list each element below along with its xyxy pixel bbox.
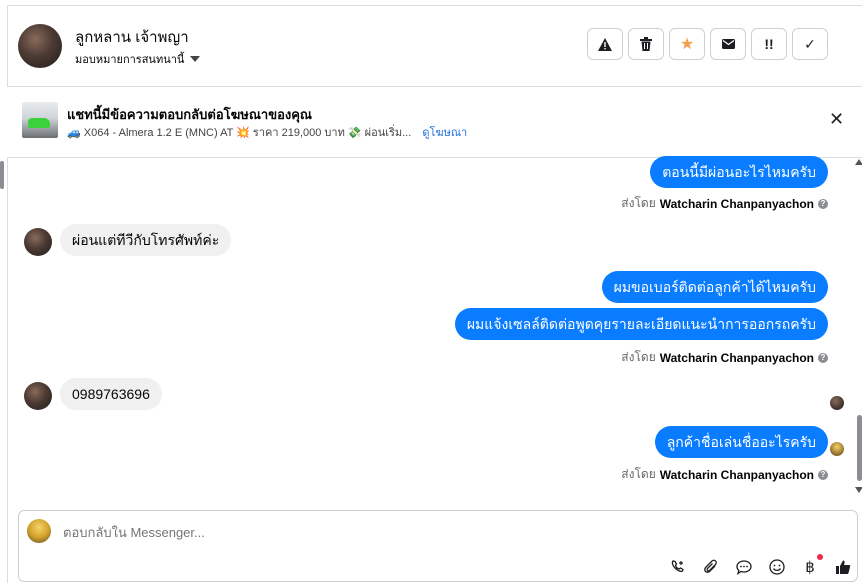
read-receipt-avatar: [830, 442, 844, 456]
star-button[interactable]: ★: [669, 28, 705, 60]
conversation-header: ลูกหลาน เจ้าพญา มอบหมายการสนทนานี้ ★ !! …: [7, 6, 862, 87]
scroll-down-arrow[interactable]: [855, 487, 862, 493]
incoming-message[interactable]: ผ่อนแต่ทีวีกับโทรศัพท์ค่ะ: [60, 224, 232, 256]
info-icon[interactable]: ?: [818, 469, 828, 480]
close-icon[interactable]: ✕: [829, 109, 844, 130]
emoji-icon: [769, 559, 785, 575]
outgoing-message[interactable]: ตอนนี้มีผ่อนอะไรไหมครับ: [650, 156, 828, 188]
ad-thumbnail[interactable]: [22, 102, 58, 138]
warning-button[interactable]: [587, 28, 623, 60]
left-scroll-marker: [0, 161, 4, 189]
ad-title: แชทนี้มีข้อความตอบกลับต่อโฆษณาของคุณ: [67, 107, 312, 122]
thumbs-up-icon: [836, 560, 851, 574]
important-button[interactable]: !!: [751, 28, 787, 60]
important-icon: !!: [764, 36, 774, 52]
scrollbar-thumb[interactable]: [857, 415, 862, 481]
sent-by-prefix: ส่งโดย: [621, 467, 656, 481]
mail-button[interactable]: [710, 28, 746, 60]
baht-icon: ฿: [805, 559, 815, 576]
ad-details: 🚙 X064 - Almera 1.2 E (MNC) AT 💥 ราคา 21…: [67, 123, 467, 141]
chat-bubble-icon: [736, 559, 752, 575]
header-toolbar: ★ !! ✓: [587, 28, 828, 60]
ad-reply-banner: แชทนี้มีข้อความตอบกลับต่อโฆษณาของคุณ 🚙 X…: [7, 87, 862, 158]
view-ad-link[interactable]: ดูโฆษณา: [422, 127, 467, 139]
scroll-up-arrow[interactable]: [855, 159, 862, 165]
warning-icon: [598, 37, 612, 51]
incoming-message[interactable]: 0989763696: [60, 378, 162, 410]
contact-avatar-small: [24, 382, 52, 410]
reply-input[interactable]: [63, 525, 663, 540]
assign-label: มอบหมายการสนทนานี้: [75, 54, 185, 66]
sender-name: Watcharin Chanpanyachon: [659, 467, 814, 482]
mail-icon: [721, 39, 735, 49]
saved-replies-button[interactable]: [733, 556, 755, 578]
delete-button[interactable]: [628, 28, 664, 60]
contact-avatar-small: [24, 228, 52, 256]
assign-dropdown[interactable]: มอบหมายการสนทนานี้: [75, 50, 201, 68]
like-button[interactable]: [832, 556, 854, 578]
mark-done-button[interactable]: ✓: [792, 28, 828, 60]
outgoing-message[interactable]: ผมแจ้งเซลล์ติดต่อพูดคุยรายละเอียดแนะนำกา…: [454, 308, 828, 340]
sent-by-prefix: ส่งโดย: [621, 350, 656, 364]
sender-name: Watcharin Chanpanyachon: [659, 350, 814, 365]
sent-by-label: ส่งโดย Watcharin Chanpanyachon ?: [621, 194, 828, 213]
contact-avatar[interactable]: [18, 24, 62, 68]
caret-down-icon: [190, 56, 201, 62]
composer-toolbar: ฿: [667, 554, 854, 578]
contact-name[interactable]: ลูกหลาน เจ้าพญา: [75, 25, 189, 49]
notification-dot: [817, 554, 823, 560]
star-icon: ★: [679, 36, 695, 53]
emoji-button[interactable]: [766, 556, 788, 578]
outgoing-message[interactable]: ผมขอเบอร์ติดต่อลูกค้าได้ไหมครับ: [601, 271, 828, 303]
payment-button[interactable]: ฿: [799, 554, 823, 578]
call-add-icon: [671, 560, 684, 573]
trash-icon: [640, 37, 652, 51]
sent-by-prefix: ส่งโดย: [621, 196, 656, 210]
info-icon[interactable]: ?: [818, 198, 828, 209]
outgoing-message[interactable]: ลูกค้าชื่อเล่นชื่ออะไรครับ: [654, 426, 828, 458]
call-add-button[interactable]: [667, 556, 689, 578]
sent-by-label: ส่งโดย Watcharin Chanpanyachon ?: [621, 348, 828, 367]
check-icon: ✓: [804, 35, 816, 52]
attach-button[interactable]: [700, 556, 722, 578]
info-icon[interactable]: ?: [818, 352, 828, 363]
attachment-icon: [704, 559, 717, 573]
sent-by-label: ส่งโดย Watcharin Chanpanyachon ?: [621, 465, 828, 484]
page-avatar: [27, 519, 51, 543]
ad-details-text: 🚙 X064 - Almera 1.2 E (MNC) AT 💥 ราคา 21…: [67, 127, 412, 139]
sender-name: Watcharin Chanpanyachon: [659, 196, 814, 211]
message-composer: ฿: [18, 510, 858, 582]
read-receipt-avatar: [830, 396, 844, 410]
